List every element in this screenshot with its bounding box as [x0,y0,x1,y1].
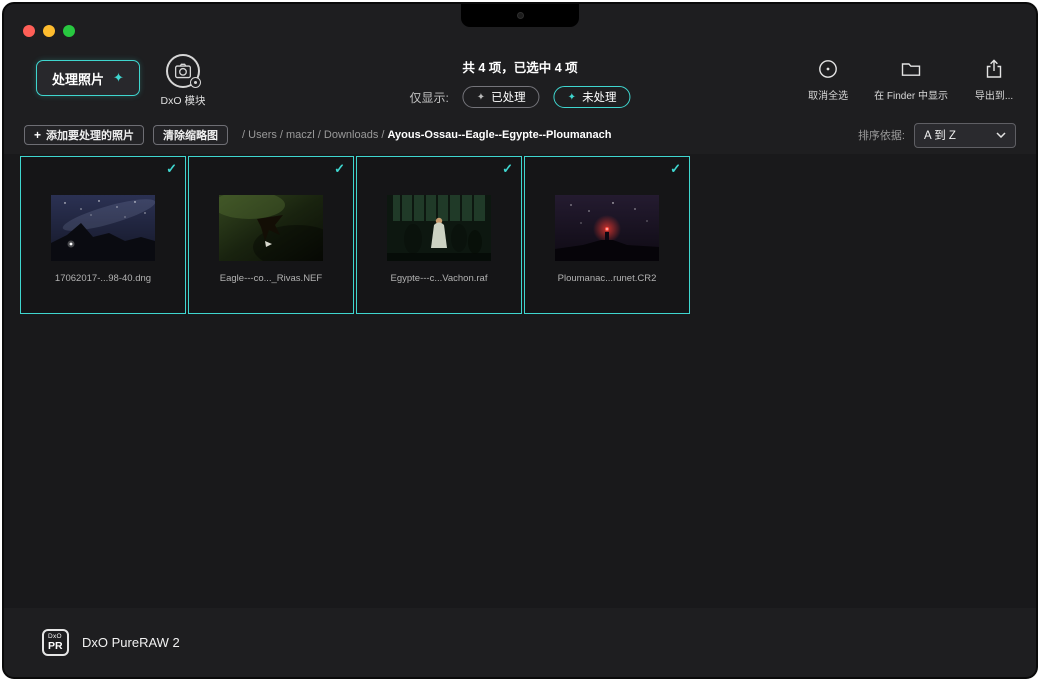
breadcrumb-path: / Users / maczl / Downloads / [242,129,388,141]
dxo-purераw-logo: DxO PR [42,629,69,656]
clear-thumbnails-label: 清除缩略图 [163,127,218,143]
deselect-all-label: 取消全选 [808,87,848,102]
add-photos-button[interactable]: + 添加要处理的照片 [24,125,144,145]
logo-text-bottom: PR [48,641,67,652]
selection-summary: 共 4 项，已选中 4 项 [462,57,577,76]
toolbar-actions: 取消全选 在 Finder 中显示 [802,56,1020,102]
process-photos-label: 处理照片 [52,69,104,88]
photo-browser: ✓ [4,154,1036,608]
app-window: 处理照片 ✦ DxO 模块 共 4 项，已选中 4 项 仅显示: [2,2,1038,679]
sort-by-label: 排序依据: [858,127,905,143]
show-in-finder-button[interactable]: 在 Finder 中显示 [874,56,948,102]
photo-thumbnail[interactable]: ✓ [356,156,522,314]
screenshot-stage: 处理照片 ✦ DxO 模块 共 4 项，已选中 4 项 仅显示: [0,0,1040,681]
filter-pill-processed[interactable]: ✦ 已处理 [463,86,540,108]
filter-pill-processed-label: 已处理 [491,89,526,105]
export-label: 导出到... [975,87,1013,102]
window-controls [23,25,75,37]
export-button[interactable]: 导出到... [968,56,1020,102]
deselect-circle-icon [817,56,839,82]
breadcrumb: / Users / maczl / Downloads / Ayous-Ossa… [242,129,858,141]
process-photos-button[interactable]: 处理照片 ✦ [36,60,140,96]
photo-filename: Ploumanac...runet.CR2 [525,273,689,284]
main-toolbar: 处理照片 ✦ DxO 模块 共 4 项，已选中 4 项 仅显示: [4,44,1036,116]
camera-icon [166,54,200,88]
path-toolbar: + 添加要处理的照片 清除缩略图 / Users / maczl / Downl… [4,116,1036,154]
photo-thumbnail[interactable]: ✓ [20,156,186,314]
selected-check-icon[interactable]: ✓ [166,161,177,177]
filter-pill-unprocessed-label: 未处理 [582,89,617,105]
close-window-button[interactable] [23,25,35,37]
photo-filename: Eagle---co..._Rivas.NEF [189,273,353,284]
sort-dropdown[interactable]: A 到 Z [914,123,1016,148]
photo-thumbnail[interactable]: ✓ Eagle---co..._Rivas.NEF [188,156,354,314]
show-in-finder-label: 在 Finder 中显示 [874,87,948,102]
selected-check-icon[interactable]: ✓ [334,161,345,177]
sparkle-icon: ✦ [477,92,485,103]
app-name: DxO PureRAW 2 [82,635,180,650]
minimize-window-button[interactable] [43,25,55,37]
sparkle-icon: ✦ [113,70,124,86]
photo-preview-lighthouse-night [555,195,659,261]
camera-dot [517,12,524,19]
breadcrumb-current-folder: Ayous-Ossau--Eagle--Egypte--Ploumanach [388,129,612,141]
footer-bar: DxO PR DxO PureRAW 2 [4,608,1036,677]
plus-icon: + [34,128,41,142]
clear-thumbnails-button[interactable]: 清除缩略图 [153,125,228,145]
sort-dropdown-value: A 到 Z [924,127,956,143]
sparkle-icon: ✦ [568,92,576,103]
chevron-down-icon [996,132,1006,138]
photo-grid: ✓ [20,156,1036,314]
display-notch [461,4,579,27]
photo-preview-milky-way [51,195,155,261]
photo-preview-eagle [219,195,323,261]
photo-filename: Egypte---c...Vachon.raf [357,273,521,284]
zoom-window-button[interactable] [63,25,75,37]
selected-check-icon[interactable]: ✓ [670,161,681,177]
filter-pill-unprocessed[interactable]: ✦ 未处理 [554,86,631,108]
dxo-modules-label: DxO 模块 [152,93,214,108]
deselect-all-button[interactable]: 取消全选 [802,56,854,102]
dxo-modules-button[interactable]: DxO 模块 [152,54,214,108]
filter-label: 仅显示: [409,89,448,106]
modules-status-badge [190,77,201,88]
photo-preview-street-scene [387,195,491,261]
selected-check-icon[interactable]: ✓ [502,161,513,177]
photo-filename: 17062017-...98-40.dng [21,273,185,284]
add-photos-label: 添加要处理的照片 [46,127,134,143]
export-share-icon [983,56,1005,82]
photo-thumbnail[interactable]: ✓ [524,156,690,314]
finder-folder-icon [900,56,922,82]
filter-row: 仅显示: ✦ 已处理 ✦ 未处理 [409,86,630,108]
